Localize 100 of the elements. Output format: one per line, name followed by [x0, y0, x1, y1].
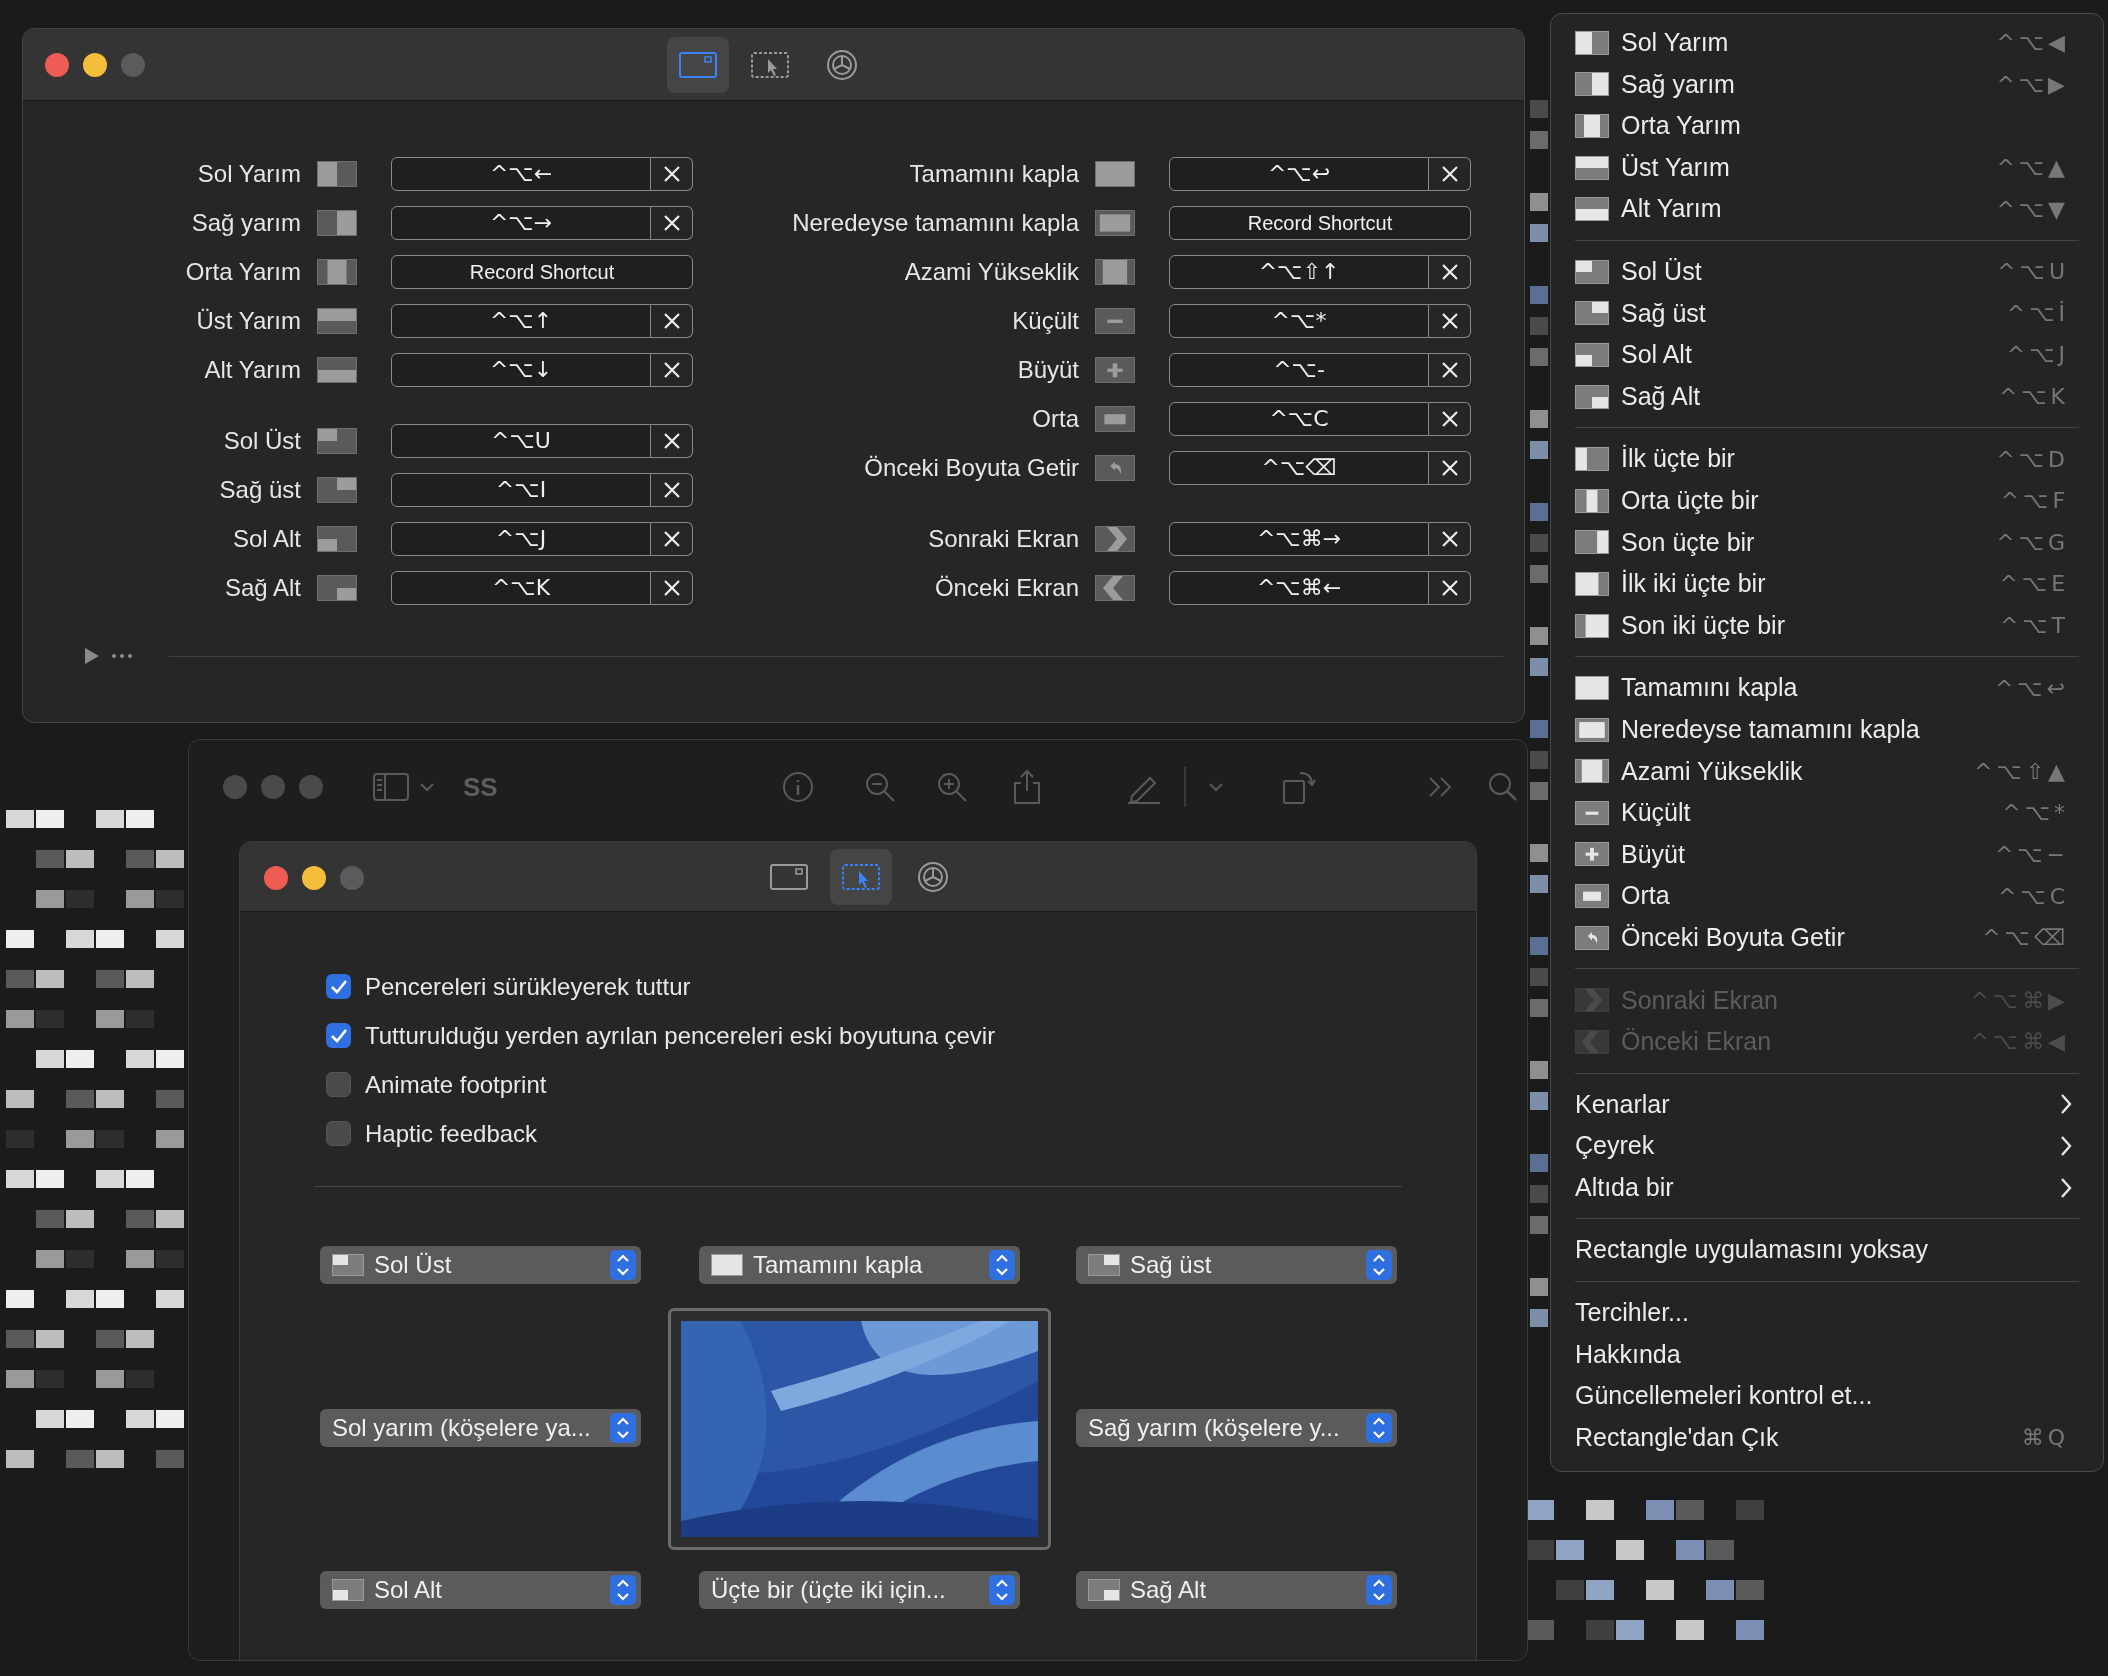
shortcut-field[interactable]: ^⌥*: [1169, 303, 1429, 338]
record-shortcut-button[interactable]: Record Shortcut: [391, 254, 693, 289]
menu-item[interactable]: İlk üçte bir ^⌥D: [1551, 438, 2103, 480]
menu-item[interactable]: Sağ yarım ^⌥▶: [1551, 63, 2103, 106]
window-layout-icon: [1575, 800, 1609, 825]
shortcut-field[interactable]: ^⌥I: [391, 472, 651, 507]
rotate-icon[interactable]: [1281, 769, 1316, 805]
share-icon[interactable]: [1011, 769, 1042, 805]
zoom-out-icon[interactable]: [863, 771, 896, 803]
menu-item[interactable]: Son üçte bir ^⌥G: [1551, 521, 2103, 564]
window-layout-icon: [1088, 1579, 1120, 1601]
menu-item[interactable]: Rectangle'dan Çık ⌘Q: [1551, 1416, 2103, 1459]
shortcut-field[interactable]: ^⌥U: [391, 423, 651, 458]
zoom-in-icon[interactable]: [935, 771, 968, 803]
window-control[interactable]: [302, 866, 326, 890]
clear-button[interactable]: [1429, 303, 1471, 338]
menu-item[interactable]: Orta ^⌥C: [1551, 875, 2103, 917]
menu-item[interactable]: Tercihler...: [1551, 1292, 2103, 1334]
menu-item[interactable]: Neredeyse tamamını kapla: [1551, 708, 2103, 751]
dropdown[interactable]: Sağ üst: [1076, 1246, 1397, 1284]
clear-button[interactable]: [651, 352, 693, 387]
menu-item[interactable]: Güncellemeleri kontrol et...: [1551, 1375, 2103, 1417]
menu-item[interactable]: İlk iki üçte bir ^⌥E: [1551, 563, 2103, 605]
clear-button[interactable]: [1429, 401, 1471, 436]
window-layout-icon: [1575, 72, 1609, 97]
chevron-down-icon[interactable]: [419, 782, 435, 792]
dropdown[interactable]: Sağ Alt: [1076, 1571, 1397, 1609]
shortcut-field[interactable]: ^⌥C: [1169, 401, 1429, 436]
menu-item[interactable]: Azami Yükseklik ^⌥⇧▲: [1551, 750, 2103, 793]
shortcut-hint: ^⌥*: [2002, 799, 2069, 828]
double-chevron-icon[interactable]: [1427, 776, 1454, 798]
toolbar-tab[interactable]: [830, 848, 892, 905]
menu-item[interactable]: Son iki üçte bir ^⌥T: [1551, 604, 2103, 647]
menu-item[interactable]: Üst Yarım ^⌥▲: [1551, 146, 2103, 189]
dropdown[interactable]: Sol Alt: [320, 1571, 641, 1609]
menu-item[interactable]: Alt Yarım ^⌥▼: [1551, 188, 2103, 230]
shortcut-field[interactable]: ^⌥⌫: [1169, 450, 1429, 485]
window-control[interactable]: [264, 866, 288, 890]
shortcut-field[interactable]: ^⌥⌘→: [1169, 521, 1429, 556]
dropdown[interactable]: Üçte bir (üçte iki için...: [699, 1571, 1020, 1609]
info-icon[interactable]: [781, 771, 814, 803]
dropdown[interactable]: Sağ yarım (köşelere y...: [1076, 1408, 1397, 1447]
shortcut-field[interactable]: ^⌥←: [391, 156, 651, 191]
clear-button[interactable]: [651, 205, 693, 240]
clear-button[interactable]: [1429, 156, 1471, 191]
window-layout-icon: [1575, 613, 1609, 638]
ellipsis-icon[interactable]: [111, 653, 133, 659]
checkbox[interactable]: [326, 974, 351, 999]
clear-button[interactable]: [651, 521, 693, 556]
shortcut-field[interactable]: ^⌥→: [391, 205, 651, 240]
menu-item[interactable]: Rectangle uygulamasını yoksay: [1551, 1229, 2103, 1272]
shortcut-field[interactable]: ^⌥J: [391, 521, 651, 556]
clear-button[interactable]: [1429, 521, 1471, 556]
chevron-down-icon[interactable]: [1207, 782, 1224, 792]
menu-item[interactable]: Altıda bir: [1551, 1166, 2103, 1209]
menu-item[interactable]: Tamamını kapla ^⌥↩: [1551, 667, 2103, 709]
dropdown[interactable]: Sol Üst: [320, 1246, 641, 1284]
shortcut-field[interactable]: ^⌥⌘←: [1169, 570, 1429, 605]
dropdown[interactable]: Tamamını kapla: [699, 1246, 1020, 1284]
clear-button[interactable]: [1429, 254, 1471, 289]
menu-item[interactable]: Orta üçte bir ^⌥F: [1551, 479, 2103, 522]
toolbar-tab[interactable]: [666, 36, 729, 93]
record-shortcut-button[interactable]: Record Shortcut: [1169, 205, 1471, 240]
checkbox[interactable]: [326, 1072, 351, 1097]
checkbox[interactable]: [326, 1023, 351, 1048]
window-control[interactable]: [45, 53, 69, 77]
shortcut-field[interactable]: ^⌥↑: [391, 303, 651, 338]
menu-item[interactable]: Hakkında: [1551, 1333, 2103, 1376]
search-icon[interactable]: [1487, 772, 1518, 802]
clear-button[interactable]: [651, 156, 693, 191]
clear-button[interactable]: [651, 570, 693, 605]
shortcut-field[interactable]: ^⌥-: [1169, 352, 1429, 387]
window-layout-icon: [1575, 197, 1609, 222]
window-layout-icon: [1575, 571, 1609, 596]
dropdown[interactable]: Sol yarım (köşelere ya...: [320, 1408, 641, 1447]
clear-button[interactable]: [651, 472, 693, 507]
menu-item[interactable]: Büyüt ^⌥−: [1551, 833, 2103, 876]
menu-item[interactable]: Sağ Alt ^⌥K: [1551, 375, 2103, 418]
shortcut-field[interactable]: ^⌥⇧↑: [1169, 254, 1429, 289]
shortcut-field[interactable]: ^⌥K: [391, 570, 651, 605]
shortcut-field[interactable]: ^⌥↓: [391, 352, 651, 387]
menu-item[interactable]: Küçült ^⌥*: [1551, 792, 2103, 834]
menu-item[interactable]: Çeyrek: [1551, 1125, 2103, 1167]
window-control[interactable]: [83, 53, 107, 77]
clear-button[interactable]: [1429, 570, 1471, 605]
menu-item[interactable]: Sol Yarım ^⌥◀: [1551, 22, 2103, 64]
menu-item[interactable]: Sol Alt ^⌥J: [1551, 334, 2103, 376]
sidebar-icon[interactable]: [373, 773, 409, 801]
checkbox[interactable]: [326, 1121, 351, 1146]
menu-item[interactable]: Sağ üst ^⌥İ: [1551, 292, 2103, 335]
menu-item[interactable]: Sol Üst ^⌥U: [1551, 250, 2103, 293]
clear-button[interactable]: [1429, 450, 1471, 485]
disclosure-triangle-icon[interactable]: [83, 647, 101, 665]
shortcut-field[interactable]: ^⌥↩: [1169, 156, 1429, 191]
menu-item[interactable]: Kenarlar: [1551, 1083, 2103, 1126]
menu-item[interactable]: Orta Yarım: [1551, 105, 2103, 147]
clear-button[interactable]: [1429, 352, 1471, 387]
menu-item[interactable]: Önceki Boyuta Getir ^⌥⌫: [1551, 916, 2103, 959]
clear-button[interactable]: [651, 423, 693, 458]
clear-button[interactable]: [651, 303, 693, 338]
